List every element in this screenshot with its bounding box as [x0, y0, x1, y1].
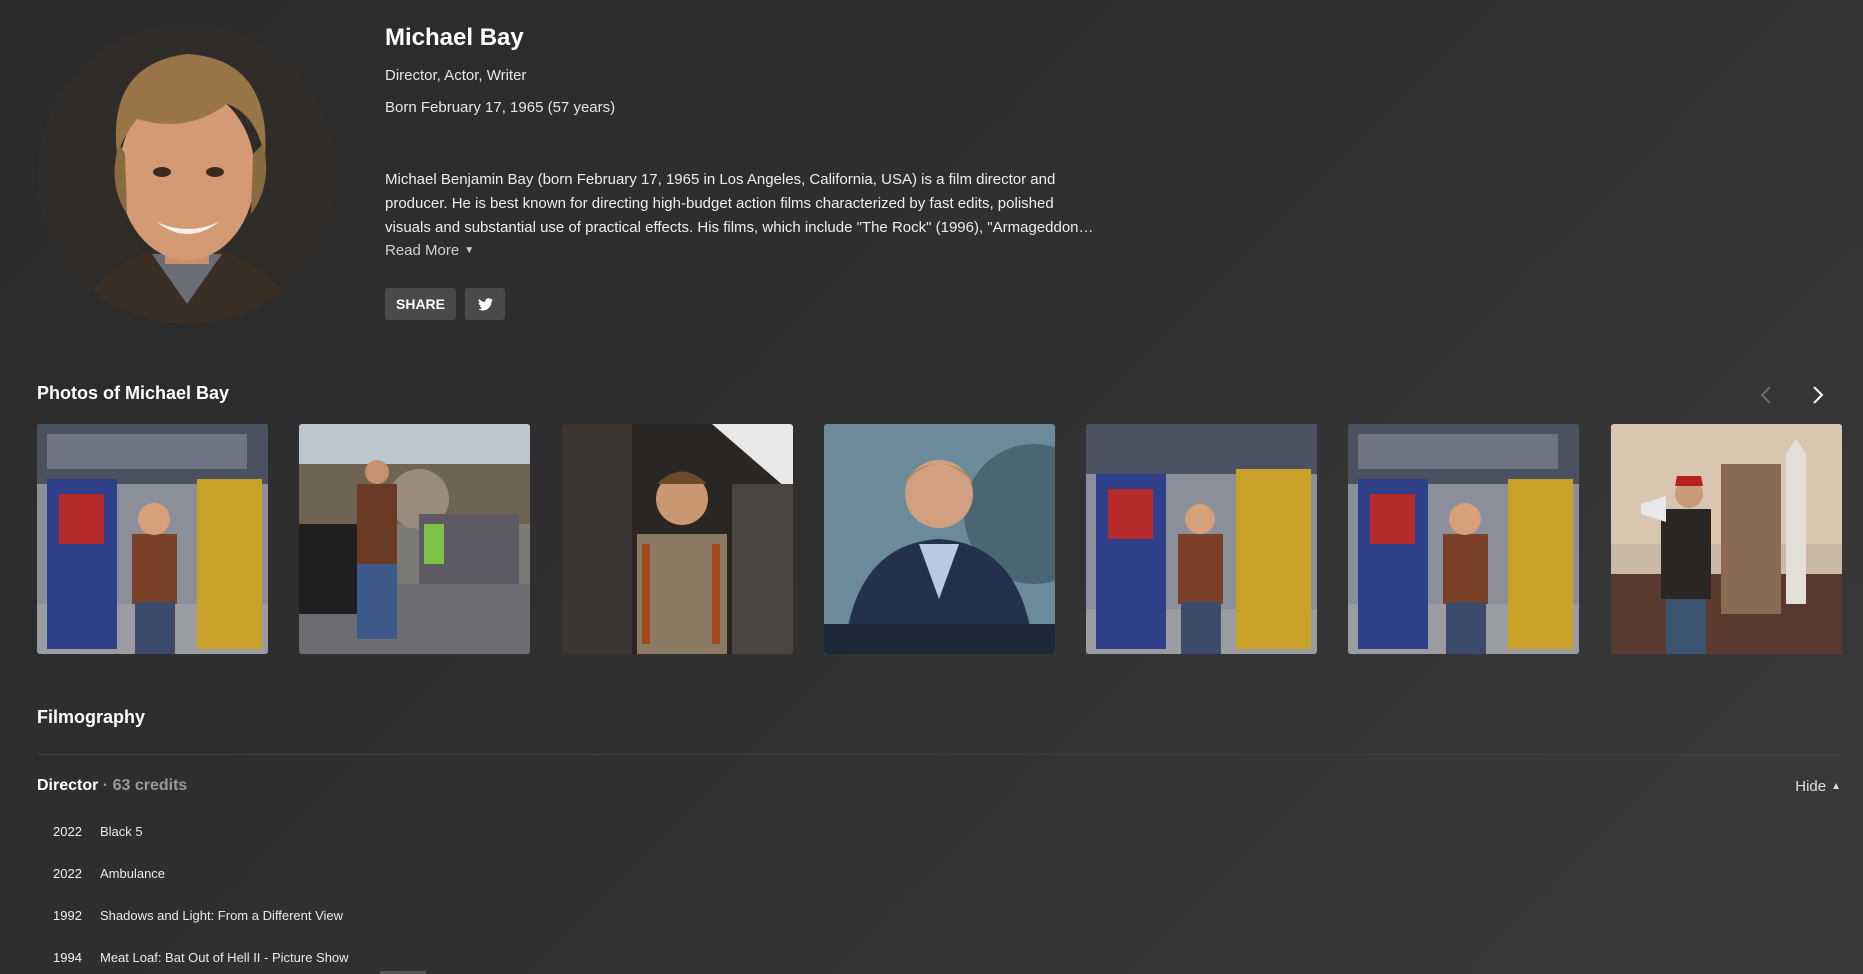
credit-title[interactable]: Shadows and Light: From a Different View — [100, 908, 343, 923]
photo-transformers-ride — [1086, 424, 1317, 654]
photo-transformers-ride — [37, 424, 268, 654]
photo-thumbnail[interactable] — [37, 424, 268, 654]
credit-year: 2022 — [53, 866, 82, 881]
credit-row[interactable]: 2022 Black 5 — [53, 824, 143, 839]
photo-megaphone-shuttle — [1611, 424, 1842, 654]
photos-next-button[interactable] — [1804, 381, 1832, 409]
credits-count: · 63 credits — [98, 777, 188, 794]
twitter-share-button[interactable] — [465, 288, 505, 320]
person-roles: Director, Actor, Writer — [385, 67, 527, 84]
credit-title[interactable]: Ambulance — [100, 866, 165, 881]
photo-thumbnail[interactable] — [1611, 424, 1842, 654]
credit-year: 2022 — [53, 824, 82, 839]
credit-title[interactable]: Meat Loaf: Bat Out of Hell II - Picture … — [100, 950, 349, 965]
hide-label: Hide — [1795, 778, 1827, 795]
credit-year: 1994 — [53, 950, 82, 965]
chevron-right-icon — [1813, 386, 1824, 404]
photo-cockpit — [562, 424, 793, 654]
photo-thumbnail[interactable] — [1348, 424, 1579, 654]
hide-credits-button[interactable]: Hide ▲ — [1795, 778, 1841, 795]
director-credits-heading: Director · 63 credits — [37, 777, 187, 795]
person-biography: Michael Benjamin Bay (born February 17, … — [385, 171, 1094, 236]
credit-title[interactable]: Black 5 — [100, 824, 143, 839]
photo-crowd-walk — [299, 424, 530, 654]
read-more-label: Read More — [385, 242, 460, 259]
section-divider — [37, 754, 1843, 755]
credits-section-label: Director — [37, 777, 99, 794]
twitter-icon — [477, 297, 493, 310]
chevron-left-icon — [1760, 386, 1771, 404]
photo-thumbnail[interactable] — [1086, 424, 1317, 654]
read-more-link[interactable]: Read More ▼ — [385, 242, 474, 259]
photo-thumbnail[interactable] — [562, 424, 793, 654]
photos-prev-button[interactable] — [1752, 381, 1780, 409]
caret-up-icon: ▲ — [1831, 781, 1841, 792]
credit-row[interactable]: 2022 Ambulance — [53, 866, 165, 881]
photo-thumbnail[interactable] — [824, 424, 1055, 654]
person-birth-info: Born February 17, 1965 (57 years) — [385, 99, 616, 116]
credit-row[interactable]: 1994 Meat Loaf: Bat Out of Hell II - Pic… — [53, 950, 349, 965]
filmography-title: Filmography — [37, 707, 146, 727]
photo-transformers-ride — [1348, 424, 1579, 654]
credit-row[interactable]: 1992 Shadows and Light: From a Different… — [53, 908, 343, 923]
photos-section-title: Photos of Michael Bay — [37, 383, 230, 403]
photo-stage-talk — [824, 424, 1055, 654]
portrait-image — [37, 24, 337, 324]
credit-year: 1992 — [53, 908, 82, 923]
profile-photo — [37, 24, 337, 324]
person-name: Michael Bay — [385, 24, 524, 51]
share-button[interactable]: SHARE — [385, 288, 457, 320]
caret-down-icon: ▼ — [464, 245, 475, 256]
photo-thumbnail[interactable] — [299, 424, 530, 654]
